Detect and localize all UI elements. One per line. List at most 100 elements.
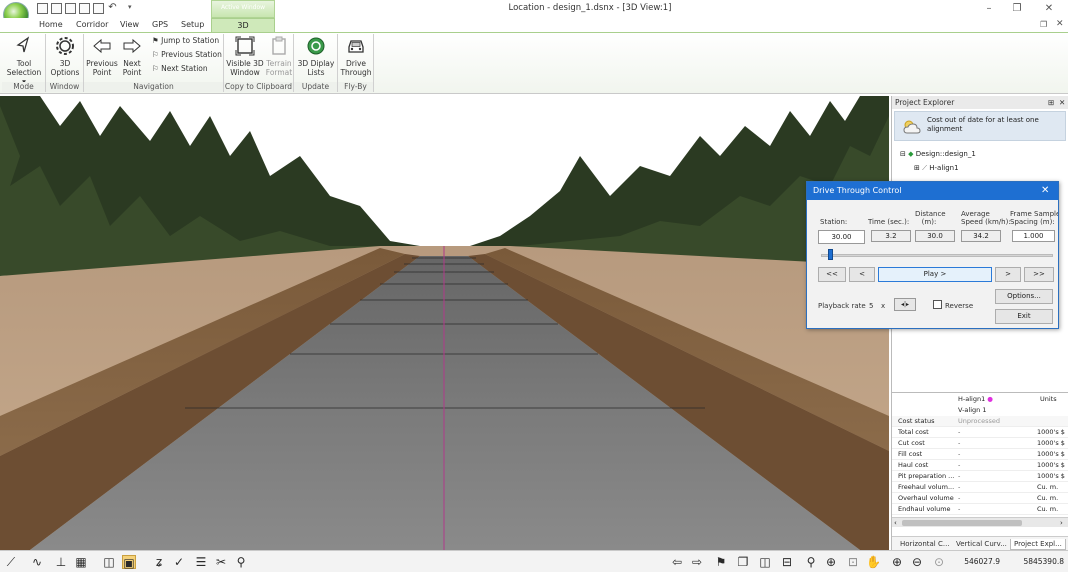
quick-access-dropdown-icon[interactable]: ▾: [128, 3, 132, 11]
scroll-left-icon[interactable]: ‹: [894, 518, 897, 528]
next-point-label-1: Next: [123, 59, 141, 68]
crosshair-icon[interactable]: ⊥: [54, 555, 68, 569]
tab-vertical-curves[interactable]: Vertical Curv...: [956, 539, 1007, 550]
dialog-body: Station: Time (sec.): Distance (m): Avera…: [807, 200, 1058, 328]
explorer-title: Project Explorer: [895, 98, 955, 107]
tree-label-design: Design::design_1: [915, 150, 976, 158]
first-frame-button[interactable]: <<: [818, 267, 846, 282]
tab-gps[interactable]: GPS: [152, 19, 168, 32]
previous-station-button[interactable]: ⚐ Previous Station: [152, 50, 224, 60]
mdi-restore-icon[interactable]: ❐: [1040, 20, 1047, 29]
3d-view-icon[interactable]: ▣: [122, 555, 136, 570]
playback-rate-unit: x: [881, 302, 886, 310]
spacing-label: Frame Sample Spacing (m):: [1010, 210, 1058, 226]
tab-horizontal-curves[interactable]: Horizontal C...: [900, 539, 950, 550]
visible-3d-window-button[interactable]: Visible 3D Window: [226, 36, 264, 77]
split-horizontal-icon[interactable]: ⊟: [780, 555, 794, 569]
pan-left-icon[interactable]: ⇦: [670, 555, 684, 569]
3d-options-button[interactable]: 3D Options: [48, 36, 82, 77]
scrollbar-thumb[interactable]: [902, 520, 1022, 526]
reverse-checkbox[interactable]: [933, 300, 942, 309]
next-point-button[interactable]: Next Point: [118, 36, 146, 77]
window-capture-icon: [235, 36, 255, 56]
tree-collapse-icon[interactable]: ⊟: [900, 150, 906, 158]
tool-selection-button[interactable]: Tool Selection ▾: [4, 36, 44, 86]
undo-icon[interactable]: ↶: [107, 3, 118, 14]
tab-3d[interactable]: 3D: [211, 18, 275, 33]
last-frame-button[interactable]: >>: [1024, 267, 1054, 282]
distance-value: 30.0: [915, 230, 955, 242]
next-frame-button[interactable]: >: [995, 267, 1021, 282]
table-row: Total cost -1000's $: [892, 427, 1068, 438]
dialog-close-button[interactable]: ✕: [1041, 182, 1049, 200]
draw-line-icon[interactable]: ⟋: [4, 555, 18, 569]
zoom-out-icon[interactable]: ⊖: [910, 555, 924, 569]
tab-corridor[interactable]: Corridor: [76, 19, 108, 32]
mdi-close-icon[interactable]: ✕: [1056, 19, 1064, 29]
spacing-input[interactable]: 1.000: [1012, 230, 1055, 242]
hand-pan-icon[interactable]: ✋: [866, 555, 881, 569]
layout-icon[interactable]: ◫: [102, 555, 116, 569]
previous-frame-button[interactable]: <: [849, 267, 875, 282]
open-file-icon[interactable]: [51, 3, 62, 14]
pin-icon[interactable]: ⊞: [1048, 96, 1054, 109]
station-slider-thumb[interactable]: [827, 249, 833, 260]
dialog-title: Drive Through Control: [813, 186, 902, 195]
clipboard-icon: [272, 36, 286, 55]
exit-button[interactable]: Exit: [995, 309, 1053, 324]
tab-project-explorer[interactable]: Project Expl...: [1010, 539, 1066, 550]
3d-viewport[interactable]: [0, 96, 889, 550]
terrain-format-label-2: Format: [265, 68, 293, 77]
next-station-label: Next Station: [161, 64, 208, 73]
zoom-window-icon[interactable]: ⊕: [824, 555, 838, 569]
minimize-button[interactable]: –: [978, 2, 1000, 16]
station-input[interactable]: 30.00: [818, 230, 865, 244]
tab-home[interactable]: Home: [39, 19, 63, 32]
tree-expand-icon[interactable]: ⊞: [914, 164, 920, 172]
zoom-extents-icon[interactable]: ⊙: [932, 555, 946, 569]
tools-icon[interactable]: ✂: [214, 555, 228, 569]
zoom-icon[interactable]: ⚲: [804, 555, 818, 569]
next-station-button[interactable]: ⚐ Next Station: [152, 64, 224, 74]
list-icon[interactable]: ☰: [194, 555, 208, 569]
scroll-right-icon[interactable]: ›: [1060, 518, 1063, 528]
print-preview-icon[interactable]: [93, 3, 104, 14]
drive-through-button[interactable]: Drive Through: [340, 36, 372, 77]
easting-readout: 546027.9: [964, 557, 1000, 566]
previous-point-button[interactable]: Previous Point: [86, 36, 118, 77]
close-button[interactable]: ✕: [1038, 2, 1060, 16]
pan-right-icon[interactable]: ⇨: [690, 555, 704, 569]
pointer-arrow-icon: [16, 36, 30, 53]
new-file-icon[interactable]: [37, 3, 48, 14]
grid-icon[interactable]: ▦: [74, 555, 88, 569]
props-col-valign: V-align 1: [958, 406, 987, 414]
tree-item-design[interactable]: ⊟ ◆ Design::design_1: [900, 150, 976, 158]
horizontal-scrollbar[interactable]: ‹ ›: [892, 517, 1068, 527]
spin-left-icon: ◂: [900, 301, 904, 308]
station-slider-track[interactable]: [821, 254, 1053, 257]
curve-icon[interactable]: ∿: [30, 555, 44, 569]
zigzag-icon[interactable]: ʑ: [152, 555, 166, 569]
play-button[interactable]: Play >: [878, 267, 992, 282]
path-icon[interactable]: ⚲: [234, 555, 248, 569]
tab-setup[interactable]: Setup: [181, 19, 204, 32]
check-icon[interactable]: ✓: [172, 555, 186, 569]
windows-icon[interactable]: ❐: [736, 555, 750, 569]
tab-view[interactable]: View: [120, 19, 139, 32]
zoom-in-icon[interactable]: ⊕: [890, 555, 904, 569]
tree-item-halign[interactable]: ⊞ ⟋ H-align1: [914, 164, 959, 173]
3d-display-lists-button[interactable]: 3D Diplay Lists: [296, 36, 336, 77]
restore-button[interactable]: ❐: [1006, 2, 1028, 16]
options-button[interactable]: Options...: [995, 289, 1053, 304]
explorer-close-icon[interactable]: ✕: [1059, 96, 1065, 109]
jump-to-station-button[interactable]: ⚑ Jump to Station: [152, 36, 224, 46]
save-icon[interactable]: [65, 3, 76, 14]
flag-icon[interactable]: ⚑: [714, 555, 728, 569]
drive-through-label-1: Drive: [346, 59, 366, 68]
playback-rate-spinner[interactable]: ◂|▸: [894, 298, 916, 311]
print-icon[interactable]: [79, 3, 90, 14]
lock-icon[interactable]: ⊡: [846, 555, 860, 569]
split-vertical-icon[interactable]: ◫: [758, 555, 772, 569]
arrow-left-icon: [93, 38, 111, 54]
terrain-format-button[interactable]: Terrain Format: [264, 36, 294, 77]
